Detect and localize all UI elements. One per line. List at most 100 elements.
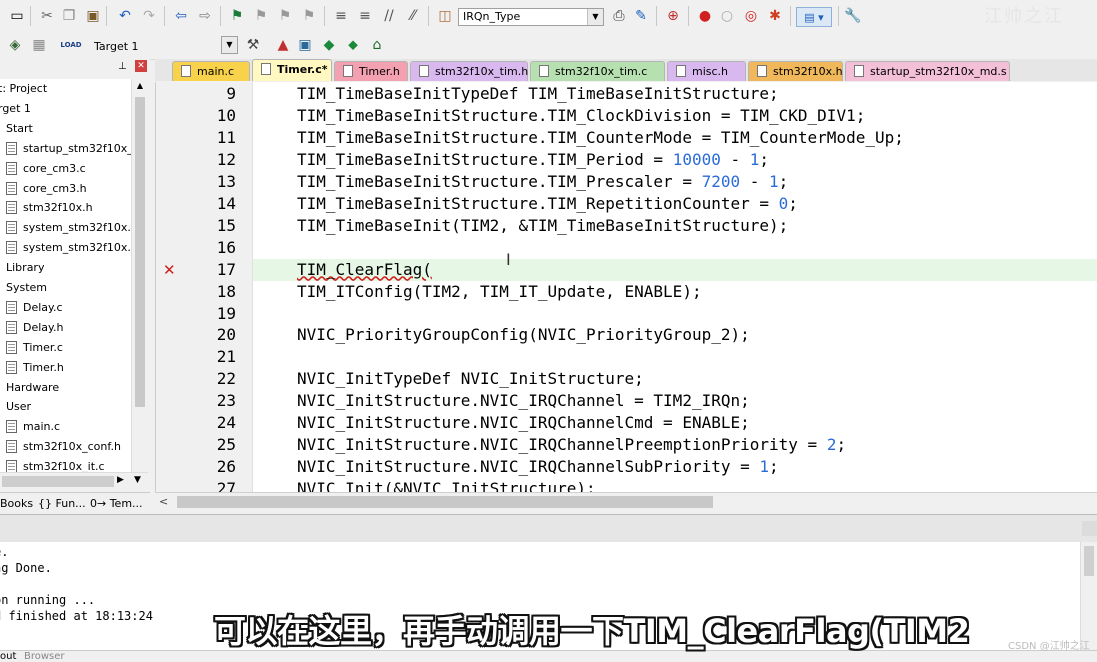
incremental-find-icon[interactable]: ✎ bbox=[632, 7, 650, 25]
code-line[interactable]: TIM_TimeBaseInit(TIM2, &TIM_TimeBaseInit… bbox=[297, 216, 788, 235]
bookmark-icon[interactable]: ⚑ bbox=[228, 7, 246, 25]
chevron-down-icon[interactable]: ▼ bbox=[221, 36, 238, 54]
kill-breakpoints-icon[interactable]: ◎ bbox=[742, 7, 760, 25]
tree-file-item[interactable]: core_cm3.h bbox=[6, 179, 87, 199]
code-line[interactable]: TIM_TimeBaseInitTypeDef TIM_TimeBaseInit… bbox=[297, 84, 779, 103]
editor-tab[interactable]: stm32f10x_tim.h bbox=[410, 61, 528, 81]
breakpoint-icon[interactable]: ● bbox=[696, 7, 714, 25]
find-icon[interactable]: ⎙ bbox=[610, 7, 628, 25]
forward-icon[interactable]: ⇨ bbox=[196, 7, 214, 25]
prev-bookmark-icon[interactable]: ⚑ bbox=[252, 7, 270, 25]
scroll-thumb[interactable] bbox=[1084, 546, 1094, 576]
next-bookmark-icon[interactable]: ⚑ bbox=[276, 7, 294, 25]
editor-horizontal-scrollbar[interactable]: < bbox=[155, 492, 1097, 512]
copy-icon[interactable]: ❐ bbox=[60, 7, 78, 25]
output-scrollbar[interactable] bbox=[1080, 542, 1097, 650]
scroll-thumb[interactable] bbox=[135, 97, 145, 407]
project-vertical-scrollbar[interactable]: ▲ bbox=[131, 79, 149, 491]
tree-group-item[interactable]: rget 1 bbox=[0, 99, 31, 119]
tree-file-item[interactable]: system_stm32f10x.c bbox=[6, 218, 131, 238]
tree-file-item[interactable]: main.c bbox=[6, 417, 60, 437]
find-combo[interactable]: IRQn_Type ▼ bbox=[458, 8, 604, 26]
clear-bookmarks-icon[interactable]: ⚑ bbox=[300, 7, 318, 25]
tree-file-item[interactable]: core_cm3.c bbox=[6, 159, 86, 179]
select-packs-icon[interactable]: ▣ bbox=[296, 36, 314, 54]
project-horizontal-scrollbar[interactable]: ▶ ▼ bbox=[0, 472, 148, 491]
splitter-grip[interactable] bbox=[1082, 521, 1097, 536]
tree-file-item[interactable]: system_stm32f10x.h bbox=[6, 238, 131, 258]
editor-tab[interactable]: main.c bbox=[172, 61, 250, 81]
tab-templates[interactable]: 0→ Tem... bbox=[90, 497, 143, 510]
tab-build-output[interactable]: out bbox=[0, 651, 16, 662]
tree-file-item[interactable]: Timer.c bbox=[6, 338, 63, 358]
tree-group-item[interactable]: t: Project bbox=[0, 79, 47, 99]
paste-icon[interactable]: ▣ bbox=[84, 7, 102, 25]
uncomment-icon[interactable]: ⁄⁄ bbox=[404, 7, 422, 25]
code-line[interactable]: NVIC_PriorityGroupConfig(NVIC_PriorityGr… bbox=[297, 325, 750, 344]
build-icon[interactable]: ▦ bbox=[30, 36, 48, 54]
editor-tab[interactable]: stm32f10x_tim.c bbox=[530, 61, 665, 81]
editor-tab[interactable]: misc.h bbox=[667, 61, 746, 81]
code-line[interactable]: NVIC_InitStructure.NVIC_IRQChannelPreemp… bbox=[297, 435, 846, 454]
code-line[interactable]: TIM_TimeBaseInitStructure.TIM_Prescaler … bbox=[297, 172, 788, 191]
code-line[interactable]: TIM_ITConfig(TIM2, TIM_IT_Update, ENABLE… bbox=[297, 282, 702, 301]
package-icon[interactable]: ⌂ bbox=[368, 36, 386, 54]
code-line[interactable]: NVIC_InitStructure.NVIC_IRQChannelCmd = … bbox=[297, 413, 750, 432]
debug-icon[interactable]: ⊕ bbox=[664, 7, 682, 25]
tab-functions[interactable]: {} Fun... bbox=[38, 497, 86, 510]
editor-tab[interactable]: Timer.c* bbox=[252, 59, 332, 81]
tree-group-item[interactable]: Start bbox=[6, 119, 33, 139]
scroll-right-icon[interactable]: ▶ bbox=[117, 475, 124, 485]
back-icon[interactable]: ⇦ bbox=[172, 7, 190, 25]
window-layout-icon[interactable]: ▤ ▾ bbox=[796, 7, 832, 27]
tree-file-item[interactable]: Delay.c bbox=[6, 298, 63, 318]
editor-tab[interactable]: stm32f10x.h bbox=[748, 61, 843, 81]
tree-file-item[interactable]: stm32f10x.h bbox=[6, 198, 93, 218]
tab-books[interactable]: Books bbox=[0, 497, 33, 510]
pack-installer-icon[interactable]: ⬥ bbox=[344, 36, 362, 54]
scroll-down-icon[interactable]: ▼ bbox=[134, 475, 141, 485]
outdent-icon[interactable]: ≡ bbox=[356, 7, 374, 25]
code-line-error[interactable]: TIM_ClearFlag( bbox=[297, 260, 432, 279]
scroll-thumb[interactable] bbox=[177, 496, 713, 508]
indent-icon[interactable]: ≡ bbox=[332, 7, 350, 25]
disable-breakpoint-icon[interactable]: ○ bbox=[718, 7, 736, 25]
tree-group-item[interactable]: Hardware bbox=[6, 378, 59, 398]
tree-file-item[interactable]: stm32f10x_conf.h bbox=[6, 437, 121, 457]
scroll-up-icon[interactable]: ▲ bbox=[134, 81, 146, 93]
code-line[interactable]: NVIC_InitStructure.NVIC_IRQChannel = TIM… bbox=[297, 391, 750, 410]
manage-project-icon[interactable]: ▲ bbox=[274, 36, 292, 54]
tree-file-item[interactable]: Timer.h bbox=[6, 358, 64, 378]
clear-breakpoints-icon[interactable]: ✱ bbox=[766, 7, 784, 25]
pin-icon[interactable]: ⊥ bbox=[118, 61, 127, 72]
error-marker-icon[interactable]: ✕ bbox=[163, 261, 176, 279]
new-file-icon[interactable]: ▭ bbox=[8, 7, 26, 25]
code-line[interactable]: TIM_TimeBaseInitStructure.TIM_CounterMod… bbox=[297, 128, 904, 147]
translate-icon[interactable]: ◈ bbox=[6, 36, 24, 54]
scroll-left-icon[interactable]: < bbox=[159, 495, 168, 508]
cut-icon[interactable]: ✂ bbox=[38, 7, 56, 25]
tree-file-item[interactable]: Delay.h bbox=[6, 318, 63, 338]
tab-browser[interactable]: Browser bbox=[24, 651, 65, 662]
code-line[interactable]: NVIC_Init(&NVIC_InitStructure); bbox=[297, 479, 596, 492]
code-line[interactable]: TIM_TimeBaseInitStructure.TIM_ClockDivis… bbox=[297, 106, 865, 125]
tree-group-item[interactable]: User bbox=[6, 397, 31, 417]
manage-rte-icon[interactable]: ◆ bbox=[320, 36, 338, 54]
tree-group-item[interactable]: System bbox=[6, 278, 47, 298]
code-line[interactable]: NVIC_InitTypeDef NVIC_InitStructure; bbox=[297, 369, 644, 388]
tree-file-item[interactable]: startup_stm32f10x_r bbox=[6, 139, 131, 159]
target-select[interactable]: ▼ bbox=[220, 36, 238, 54]
code-line[interactable]: TIM_TimeBaseInitStructure.TIM_Period = 1… bbox=[297, 150, 769, 169]
close-icon[interactable]: ✕ bbox=[135, 60, 147, 72]
editor-tab[interactable]: startup_stm32f10x_md.s bbox=[845, 61, 1010, 81]
load-icon[interactable]: LOAD bbox=[60, 36, 82, 54]
comment-icon[interactable]: // bbox=[380, 7, 398, 25]
code-line[interactable]: NVIC_InitStructure.NVIC_IRQChannelSubPri… bbox=[297, 457, 779, 476]
panel-splitter[interactable] bbox=[0, 514, 1097, 544]
scroll-thumb[interactable] bbox=[2, 476, 114, 487]
target-options-icon[interactable]: ⚒ bbox=[244, 36, 262, 54]
chevron-down-icon[interactable]: ▼ bbox=[587, 9, 603, 25]
code-editor[interactable]: 9 TIM_TimeBaseInitTypeDef TIM_TimeBaseIni… bbox=[155, 82, 1097, 492]
settings-icon[interactable]: 🔧 bbox=[844, 7, 862, 25]
redo-icon[interactable]: ↷ bbox=[140, 7, 158, 25]
